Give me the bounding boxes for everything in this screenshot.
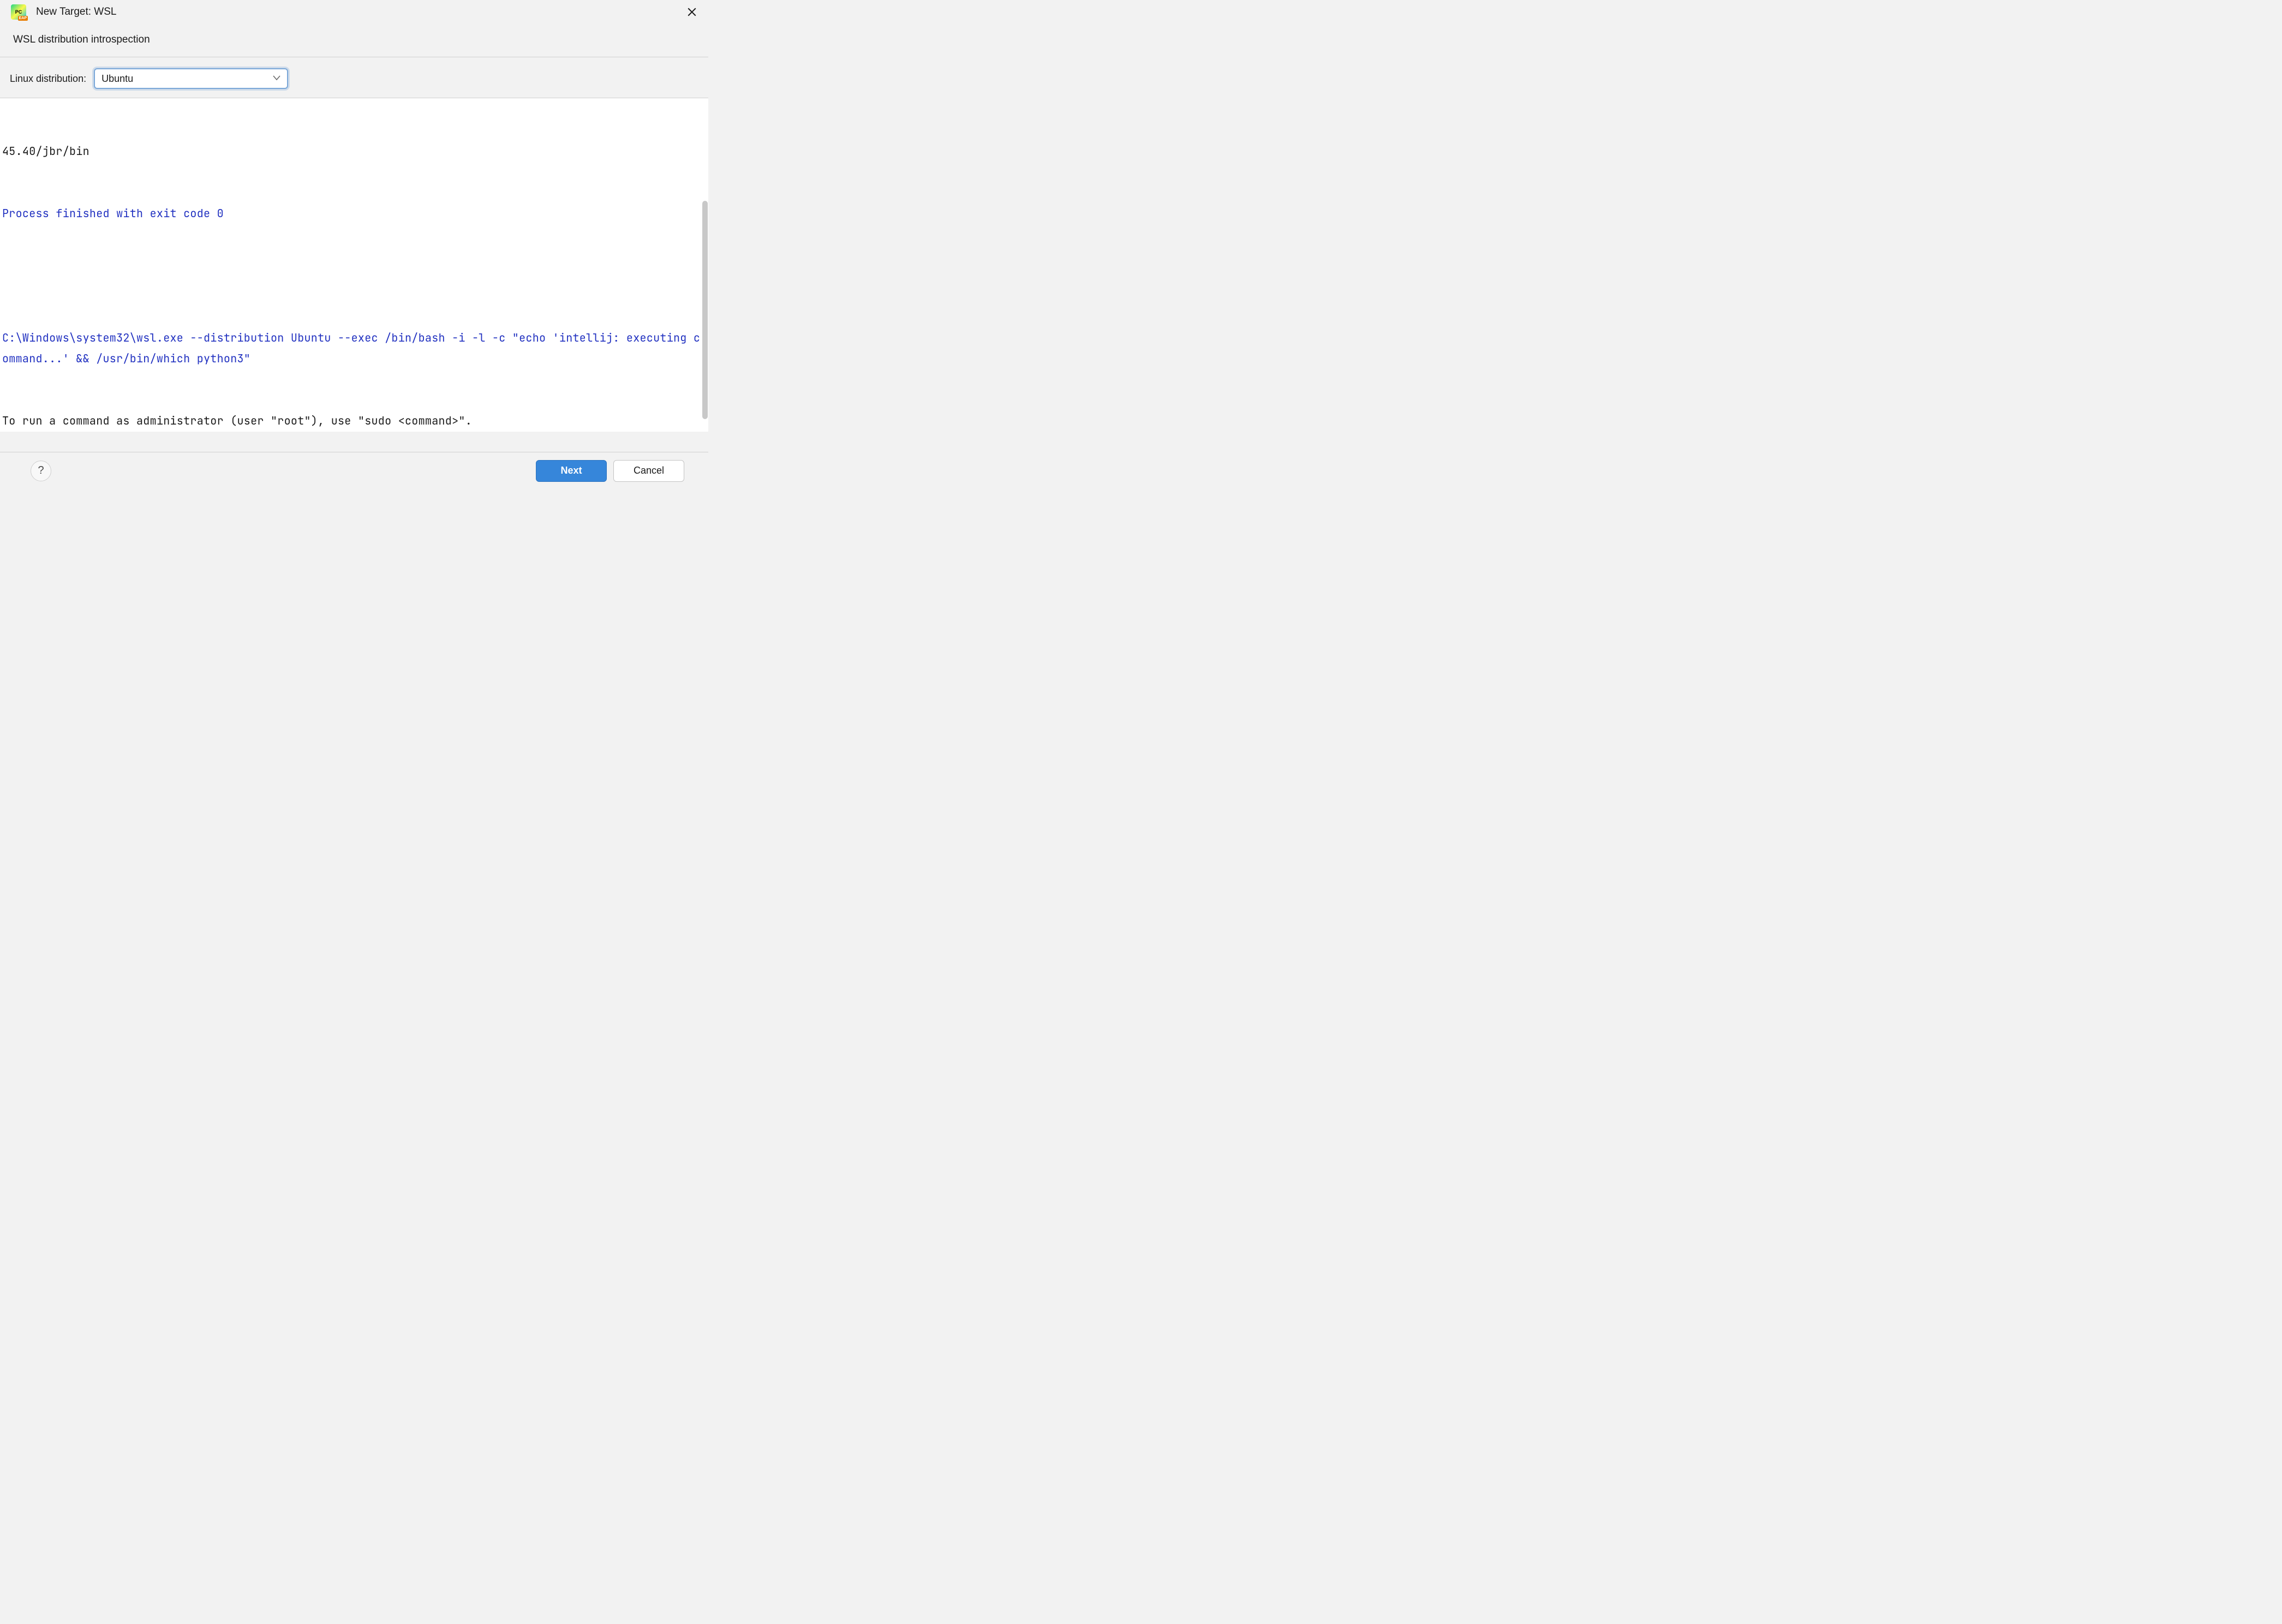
close-icon xyxy=(687,7,697,17)
window-title: New Target: WSL xyxy=(36,6,682,18)
cancel-button[interactable]: Cancel xyxy=(613,460,684,482)
bottom-bar: ? Next Cancel xyxy=(0,452,708,489)
distribution-dropdown[interactable]: Ubuntu xyxy=(94,68,288,89)
console-line: Process finished with exit code 0 xyxy=(2,203,704,224)
titlebar: PC EAP New Target: WSL xyxy=(0,0,708,24)
console-line: To run a command as administrator (user … xyxy=(2,410,704,431)
chevron-down-icon xyxy=(273,74,280,83)
app-icon: PC EAP xyxy=(11,4,26,20)
next-button[interactable]: Next xyxy=(536,460,607,482)
distribution-label: Linux distribution: xyxy=(10,73,86,85)
scrollbar[interactable] xyxy=(702,124,708,419)
console-output: 45.40/jbr/bin Process finished with exit… xyxy=(0,98,708,432)
console-line: C:\Windows\system32\wsl.exe --distributi… xyxy=(2,327,704,369)
scrollbar-thumb[interactable] xyxy=(702,201,708,419)
app-icon-label: PC xyxy=(15,10,22,15)
distribution-value: Ubuntu xyxy=(101,73,133,85)
close-button[interactable] xyxy=(682,2,702,22)
config-row: Linux distribution: Ubuntu xyxy=(0,57,708,98)
console-text: 45.40/jbr/bin Process finished with exit… xyxy=(0,98,708,432)
console-line: 45.40/jbr/bin xyxy=(2,141,704,162)
eap-badge: EAP xyxy=(18,16,28,21)
help-button[interactable]: ? xyxy=(31,461,51,481)
page-subtitle: WSL distribution introspection xyxy=(0,24,708,57)
console-line xyxy=(2,265,704,286)
